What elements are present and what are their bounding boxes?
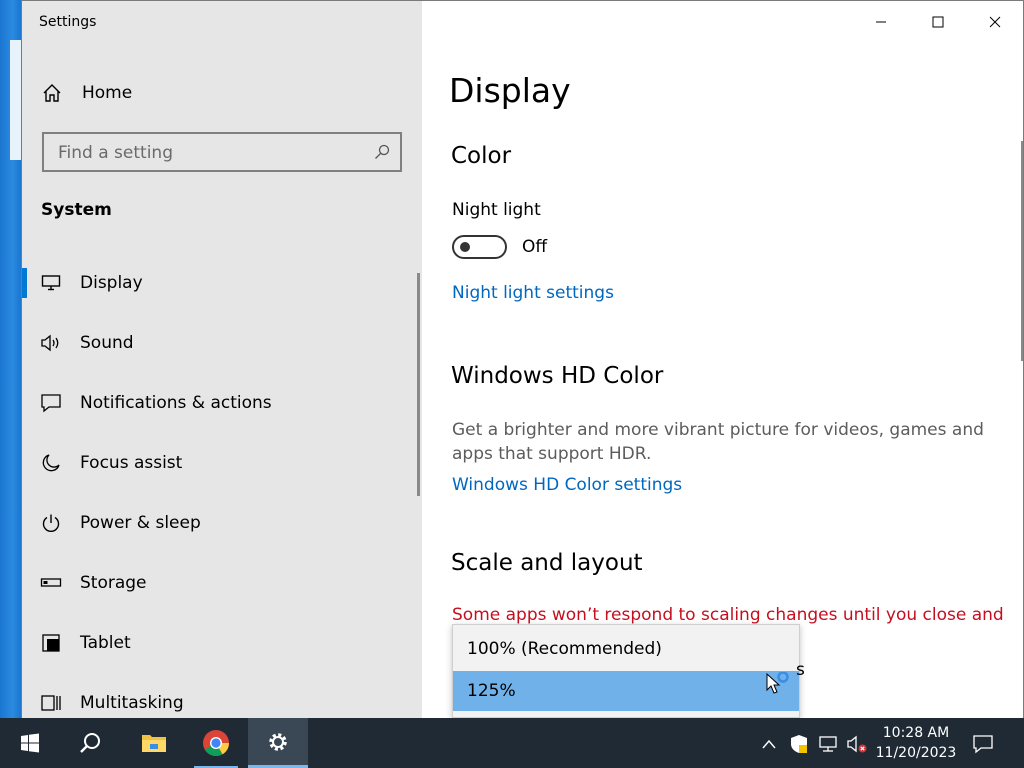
show-hidden-icons-button[interactable] bbox=[758, 733, 780, 755]
hd-color-settings-link[interactable]: Windows HD Color settings bbox=[452, 475, 682, 495]
network-icon bbox=[819, 736, 837, 752]
sidebar-item-multitasking[interactable]: Multitasking bbox=[22, 673, 422, 718]
page-title: Display bbox=[449, 71, 571, 110]
maximize-icon bbox=[932, 16, 943, 28]
sidebar: Settings Home Find a setting System Disp… bbox=[22, 1, 422, 718]
sidebar-item-label: Tablet bbox=[80, 633, 131, 653]
scale-option-selected[interactable]: 125% bbox=[453, 671, 799, 711]
window-title: Settings bbox=[39, 14, 97, 30]
start-icon bbox=[21, 733, 39, 753]
content-pane: Display Color Night light Off Night ligh… bbox=[422, 1, 1023, 718]
sidebar-item-label: Multitasking bbox=[80, 693, 184, 713]
night-light-label: Night light bbox=[452, 200, 541, 220]
file-explorer-icon bbox=[142, 735, 166, 752]
chrome-icon bbox=[203, 730, 230, 757]
search-icon bbox=[80, 733, 100, 753]
moon-icon bbox=[22, 453, 80, 473]
close-button[interactable] bbox=[966, 1, 1023, 43]
settings-icon bbox=[269, 732, 287, 751]
search-icon[interactable] bbox=[374, 144, 390, 164]
clock-date: 11/20/2023 bbox=[875, 745, 957, 761]
action-center-button[interactable] bbox=[972, 733, 994, 755]
obscured-label-fragment: s bbox=[796, 660, 805, 680]
home-label: Home bbox=[82, 83, 133, 103]
maximize-button[interactable] bbox=[909, 1, 966, 43]
sidebar-item-sound[interactable]: Sound bbox=[22, 313, 422, 373]
sidebar-item-label: Notifications & actions bbox=[80, 393, 272, 413]
shield-icon bbox=[791, 735, 807, 753]
sidebar-item-power-sleep[interactable]: Power & sleep bbox=[22, 493, 422, 553]
scale-layout-heading: Scale and layout bbox=[451, 550, 643, 576]
notification-icon bbox=[22, 393, 80, 413]
nav-list: Display Sound Notifications & actions Fo… bbox=[22, 253, 422, 718]
taskbar: 10:28 AM 11/20/2023 bbox=[0, 718, 1024, 768]
background-window-edge bbox=[10, 40, 21, 160]
sidebar-item-tablet[interactable]: Tablet bbox=[22, 613, 422, 673]
desktop-background bbox=[0, 0, 21, 718]
taskbar-search-button[interactable] bbox=[60, 718, 120, 768]
toggle-knob bbox=[460, 242, 470, 252]
clock-time: 10:28 AM bbox=[882, 725, 950, 741]
scaling-warning: Some apps won’t respond to scaling chang… bbox=[452, 605, 1004, 625]
scale-option[interactable]: 100% (Recommended) bbox=[453, 629, 799, 669]
monitor-icon bbox=[22, 274, 80, 292]
tablet-icon bbox=[22, 633, 80, 653]
file-explorer-button[interactable] bbox=[124, 718, 184, 768]
speaker-muted-icon bbox=[847, 735, 867, 753]
start-button[interactable] bbox=[0, 718, 60, 768]
section-heading: System bbox=[41, 200, 112, 220]
home-icon bbox=[22, 83, 82, 103]
settings-window: Settings Home Find a setting System Disp… bbox=[21, 0, 1024, 718]
settings-taskbar-button[interactable] bbox=[248, 718, 308, 768]
selection-indicator bbox=[22, 268, 27, 298]
night-light-state: Off bbox=[522, 237, 548, 257]
sidebar-item-label: Storage bbox=[80, 573, 147, 593]
night-light-settings-link[interactable]: Night light settings bbox=[452, 283, 614, 303]
close-icon bbox=[989, 16, 1000, 28]
network-tray-icon[interactable] bbox=[818, 733, 840, 755]
sidebar-scrollbar[interactable] bbox=[417, 273, 420, 496]
sidebar-item-storage[interactable]: Storage bbox=[22, 553, 422, 613]
hd-color-heading: Windows HD Color bbox=[451, 363, 664, 389]
caption-buttons bbox=[852, 1, 1023, 43]
sidebar-item-notifications[interactable]: Notifications & actions bbox=[22, 373, 422, 433]
volume-tray-icon[interactable] bbox=[846, 733, 868, 755]
notification-icon bbox=[973, 735, 993, 754]
search-placeholder: Find a setting bbox=[58, 143, 173, 163]
sidebar-item-label: Sound bbox=[80, 333, 134, 353]
sidebar-item-display[interactable]: Display bbox=[22, 253, 422, 313]
sidebar-item-label: Power & sleep bbox=[80, 513, 201, 533]
minimize-button[interactable] bbox=[852, 1, 909, 43]
minimize-icon bbox=[875, 21, 886, 23]
chevron-up-icon bbox=[762, 739, 776, 749]
storage-icon bbox=[22, 577, 80, 589]
multitasking-icon bbox=[22, 693, 80, 713]
search-input[interactable]: Find a setting bbox=[42, 132, 402, 172]
sidebar-item-label: Display bbox=[80, 273, 143, 293]
color-heading: Color bbox=[451, 143, 512, 169]
taskbar-clock[interactable]: 10:28 AM 11/20/2023 bbox=[872, 723, 960, 763]
mouse-cursor-icon bbox=[765, 671, 793, 700]
chrome-button[interactable] bbox=[186, 718, 246, 768]
scale-dropdown-list: 100% (Recommended) 125% bbox=[452, 624, 800, 718]
sidebar-item-label: Focus assist bbox=[80, 453, 183, 473]
speaker-icon bbox=[22, 334, 80, 352]
night-light-toggle[interactable] bbox=[452, 235, 507, 259]
security-tray-icon[interactable] bbox=[788, 733, 810, 755]
hd-color-description: Get a brighter and more vibrant picture … bbox=[452, 420, 984, 464]
power-icon bbox=[22, 513, 80, 533]
home-nav-item[interactable]: Home bbox=[22, 73, 422, 113]
sidebar-item-focus-assist[interactable]: Focus assist bbox=[22, 433, 422, 493]
